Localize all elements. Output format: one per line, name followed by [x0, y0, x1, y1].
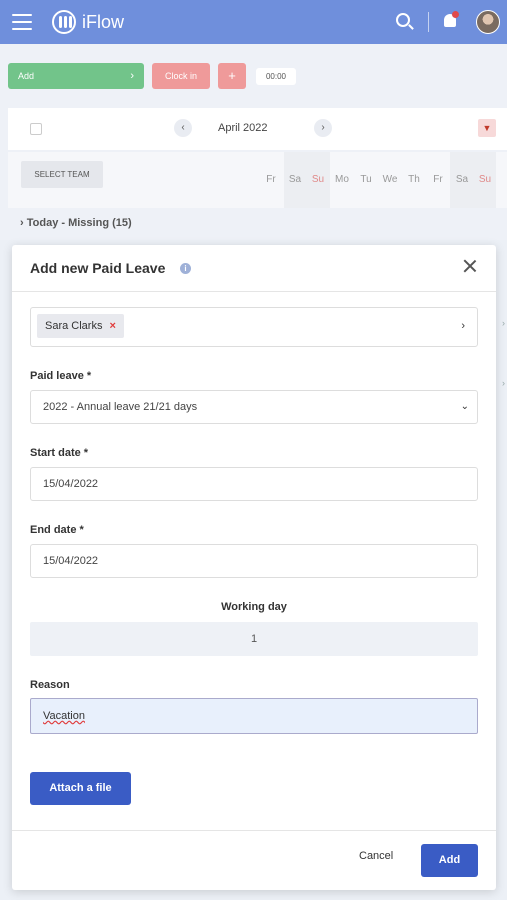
day-label: Sa — [455, 174, 469, 185]
notification-dot — [452, 11, 459, 18]
chevron-down-icon: ⌄ — [460, 401, 469, 412]
topbar-divider — [428, 12, 429, 32]
employee-selector[interactable]: Sara Clarks × › — [30, 307, 478, 347]
add-button[interactable]: Add › — [8, 63, 144, 89]
reason-input[interactable]: Vacation — [30, 698, 478, 734]
chevron-right-icon: › — [20, 217, 27, 229]
info-icon[interactable]: i — [180, 263, 191, 274]
day-label: Mo — [335, 174, 349, 185]
start-date-label: Start date * — [30, 447, 89, 459]
working-day-value: 1 — [30, 622, 478, 656]
filter-icon[interactable]: ▼ — [478, 119, 496, 137]
end-date-label: End date * — [30, 524, 84, 536]
select-all-checkbox[interactable] — [30, 123, 42, 135]
employee-chip-label: Sara Clarks — [45, 320, 103, 332]
close-icon[interactable] — [463, 259, 477, 273]
modal-title: Add new Paid Leave — [30, 260, 166, 276]
employee-chip: Sara Clarks × — [37, 314, 124, 338]
day-label: Fr — [433, 174, 443, 185]
logo-icon — [52, 10, 76, 34]
reason-value: Vacation — [43, 710, 85, 722]
edge-indicator: › — [502, 318, 505, 328]
day-label: Fr — [266, 174, 276, 185]
paid-leave-select[interactable]: 2022 - Annual leave 21/21 days ⌄ — [30, 390, 478, 424]
action-row: Add › Clock in + 00:00 — [0, 63, 507, 91]
day-label: Sa — [288, 174, 302, 185]
paid-leave-value: 2022 - Annual leave 21/21 days — [43, 401, 198, 413]
remove-chip-icon[interactable]: × — [110, 320, 116, 332]
day-label: Th — [408, 174, 420, 185]
attach-file-button[interactable]: Attach a file — [30, 772, 131, 805]
cancel-button[interactable]: Cancel — [359, 850, 393, 862]
plus-button[interactable]: + — [218, 63, 246, 89]
top-bar: iFlow — [0, 0, 507, 44]
chevron-right-icon: › — [130, 70, 134, 82]
day-label: We — [382, 174, 398, 185]
calendar-header: ‹ April 2022 › ▼ — [8, 108, 507, 150]
today-missing-label: Today - Missing (15) — [26, 217, 132, 229]
team-row: SELECT TEAM Fr Sa Su Mo Tu We Th Fr Sa S… — [8, 152, 507, 208]
reason-label: Reason — [30, 679, 70, 691]
menu-icon[interactable] — [12, 14, 32, 30]
app-name: iFlow — [82, 11, 125, 32]
app-logo[interactable]: iFlow — [52, 10, 124, 34]
paid-leave-label: Paid leave * — [30, 370, 92, 382]
clock-in-button[interactable]: Clock in — [152, 63, 210, 89]
start-date-field[interactable]: 15/04/2022 — [30, 467, 478, 501]
working-day-label: Working day — [221, 601, 287, 613]
chevron-right-icon[interactable]: › — [461, 320, 465, 332]
edge-indicator: › — [502, 378, 505, 388]
chevron-left-icon[interactable]: ‹ — [174, 119, 192, 137]
day-label: Su — [311, 174, 325, 185]
timer-display: 00:00 — [256, 68, 296, 85]
calendar-month: April 2022 — [218, 122, 268, 134]
search-icon[interactable] — [396, 13, 410, 27]
add-leave-button[interactable]: Add — [421, 844, 478, 877]
add-button-label: Add — [18, 71, 35, 81]
day-label: Su — [478, 174, 492, 185]
modal-footer-divider — [12, 830, 496, 831]
select-team-button[interactable]: SELECT TEAM — [21, 161, 103, 188]
paid-leave-modal: Add new Paid Leave i Sara Clarks × › Pai… — [12, 245, 496, 890]
day-label: Tu — [360, 174, 372, 185]
avatar[interactable] — [476, 10, 500, 34]
end-date-field[interactable]: 15/04/2022 — [30, 544, 478, 578]
modal-divider — [12, 291, 496, 292]
chevron-right-icon[interactable]: › — [314, 119, 332, 137]
today-missing-row[interactable]: › Today - Missing (15) — [20, 217, 132, 229]
